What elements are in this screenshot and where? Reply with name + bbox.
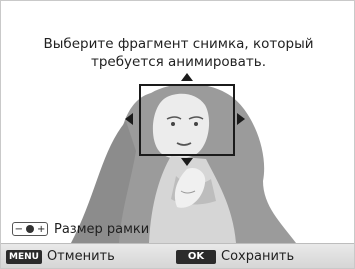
arrow-up-icon[interactable] (181, 73, 193, 81)
ok-key-icon: OK (176, 249, 216, 264)
frame-size-label: Размер рамки (54, 221, 150, 237)
save-button[interactable]: OK Сохранить (176, 249, 294, 264)
cancel-button[interactable]: MENU Отменить (6, 249, 115, 264)
arrow-left-icon[interactable] (125, 113, 133, 125)
zoom-icon[interactable]: − + (12, 222, 48, 236)
zoom-dot-icon (26, 225, 34, 233)
instruction-text: Выберите фрагмент снимка, который требуе… (1, 35, 354, 71)
zoom-minus: − (14, 223, 23, 235)
arrow-down-icon[interactable] (181, 158, 193, 166)
frame-size-control[interactable]: − + Размер рамки (12, 220, 149, 238)
save-label: Сохранить (221, 249, 295, 264)
bottom-bar: MENU Отменить OK Сохранить (1, 243, 354, 268)
zoom-plus: + (37, 223, 46, 235)
instruction-line-2: требуется анимировать. (90, 54, 267, 70)
camera-screen: Выберите фрагмент снимка, который требуе… (0, 0, 355, 269)
cancel-label: Отменить (46, 249, 115, 264)
menu-key-icon: MENU (6, 249, 42, 264)
instruction-line-1: Выберите фрагмент снимка, который (43, 36, 314, 52)
arrow-right-icon[interactable] (237, 113, 245, 125)
selection-frame[interactable] (139, 84, 235, 156)
